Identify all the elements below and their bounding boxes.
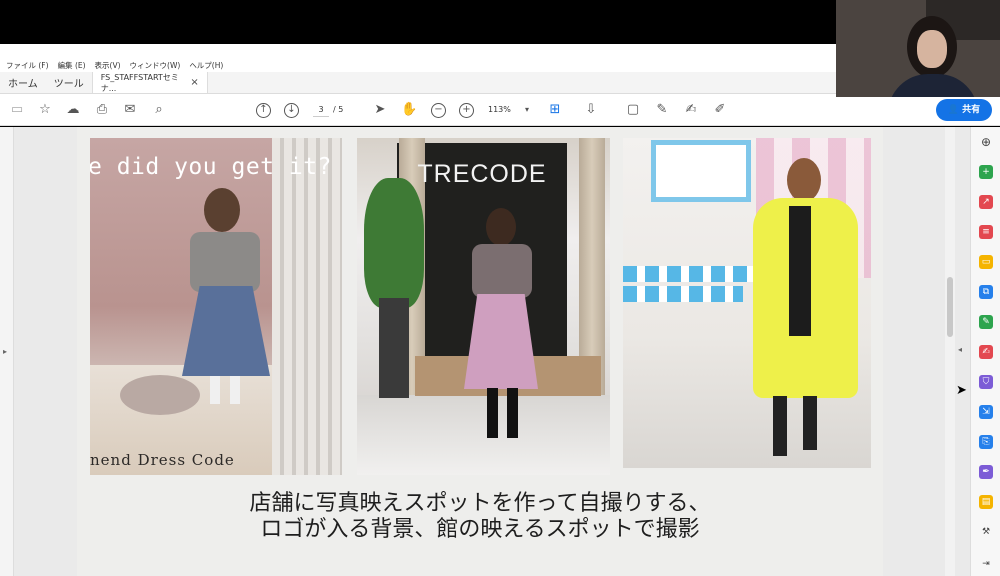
photo2-hair bbox=[486, 208, 516, 246]
print-icon[interactable]: ⎙ bbox=[94, 102, 110, 118]
scrollbar-thumb[interactable] bbox=[947, 277, 953, 337]
photo1-leg-right bbox=[230, 376, 240, 404]
previous-page-icon[interactable]: ↑ bbox=[256, 103, 271, 118]
photo1-person bbox=[182, 188, 270, 458]
scan-ocr-icon[interactable]: ⎘ bbox=[979, 435, 993, 449]
highlight-pen-icon[interactable]: ✎ bbox=[654, 102, 670, 118]
compress-icon[interactable]: ⇲ bbox=[979, 405, 993, 419]
webcam-body bbox=[888, 74, 978, 97]
combine-files-icon[interactable]: ⧉ bbox=[979, 285, 993, 299]
scroll-mode-icon[interactable]: ⇩ bbox=[583, 102, 599, 118]
photo1-sweater bbox=[190, 232, 260, 292]
photo3-hair bbox=[787, 158, 821, 202]
photo1-rug bbox=[120, 375, 200, 415]
zoom-in-icon[interactable]: + bbox=[459, 103, 474, 118]
photo1-floor-sign: nend Dress Code bbox=[90, 451, 235, 469]
request-signature-icon[interactable]: ✒ bbox=[979, 465, 993, 479]
photo2-skirt bbox=[464, 294, 538, 389]
photo2-sweater bbox=[472, 244, 532, 298]
comment-tool-icon[interactable]: ▭ bbox=[979, 255, 993, 269]
protect-icon[interactable]: ⛉ bbox=[979, 375, 993, 389]
menu-edit[interactable]: 編集 (E) bbox=[58, 60, 86, 71]
caption-line-2: ロゴが入る背景、館の映えるスポットで撮影 bbox=[260, 517, 700, 542]
tab-tools[interactable]: ツール bbox=[46, 72, 92, 93]
save-icon[interactable]: ▭ bbox=[9, 102, 25, 118]
photo2-person bbox=[464, 208, 539, 448]
sign-icon[interactable]: ✍ bbox=[683, 102, 699, 118]
fill-sign-tool-icon[interactable]: ✍ bbox=[979, 345, 993, 359]
mouse-cursor-icon: ➤ bbox=[956, 383, 967, 398]
left-nav-rail: ▸ bbox=[0, 127, 14, 576]
zoom-out-icon[interactable]: − bbox=[431, 103, 446, 118]
bookmark-star-icon[interactable]: ☆ bbox=[37, 102, 53, 118]
webcam-video bbox=[836, 0, 1000, 97]
webcam-face bbox=[917, 30, 947, 68]
page-number-input[interactable]: 3 bbox=[313, 103, 329, 117]
photo-mall-spot bbox=[623, 138, 871, 468]
search-icon[interactable]: ⌕ bbox=[151, 102, 167, 118]
photo-selfie-mirror: e did you get it? nend Dress Code bbox=[90, 138, 342, 475]
send-for-review-icon[interactable]: ▤ bbox=[979, 495, 993, 509]
fit-page-icon[interactable]: ⊞ bbox=[547, 102, 563, 118]
export-pdf-icon[interactable]: ↗ bbox=[979, 195, 993, 209]
photo1-leg-left bbox=[210, 376, 220, 404]
tab-document[interactable]: FS_STAFFSTARTセミナ... × bbox=[91, 72, 208, 93]
cloud-upload-icon[interactable]: ☁ bbox=[65, 102, 81, 118]
menu-window[interactable]: ウィンドウ(W) bbox=[130, 60, 181, 71]
photo3-stripe-bottom bbox=[623, 286, 743, 302]
close-icon[interactable]: × bbox=[190, 77, 198, 88]
comment-icon[interactable]: ▢ bbox=[625, 102, 641, 118]
vertical-scrollbar[interactable] bbox=[945, 127, 955, 576]
photo-store-front: TRECODE bbox=[357, 138, 610, 475]
menu-view[interactable]: 表示(V) bbox=[95, 60, 121, 71]
mail-icon[interactable]: ✉ bbox=[122, 102, 138, 118]
collapse-rail-icon[interactable]: ⇥ bbox=[979, 557, 993, 571]
zoom-tool-icon[interactable]: ⊕ bbox=[979, 135, 993, 149]
menu-help[interactable]: ヘルプ(H) bbox=[189, 60, 223, 71]
share-label: 共有 bbox=[962, 105, 981, 115]
photo1-curtain bbox=[272, 138, 342, 475]
hand-tool-icon[interactable]: ✋ bbox=[401, 102, 417, 118]
select-cursor-icon[interactable]: ➤ bbox=[372, 102, 388, 118]
expand-left-panel-icon[interactable]: ▸ bbox=[3, 347, 7, 356]
zoom-level[interactable]: 113% bbox=[488, 103, 528, 117]
photo2-plant-pot bbox=[379, 298, 409, 398]
photo1-wall-text: e did you get it? bbox=[90, 154, 332, 180]
right-tool-rail: ⊕ + ↗ ≡ ▭ ⧉ ✎ ✍ ⛉ ⇲ ⎘ ✒ ▤ ⚒ ⇥ bbox=[970, 127, 1000, 576]
edit-pdf-icon[interactable]: ✎ bbox=[979, 315, 993, 329]
menu-file[interactable]: ファイル (F) bbox=[6, 60, 49, 71]
photo2-plant-leaves bbox=[364, 178, 424, 308]
photo1-skirt bbox=[182, 286, 270, 376]
slide-caption: 店舗に写真映えスポットを作って自撮りする、 ロゴが入る背景、館の映えるスポットで… bbox=[160, 491, 800, 543]
photo3-boot-left bbox=[773, 396, 787, 456]
photo3-stripe-top bbox=[623, 266, 753, 282]
photo3-inner-top bbox=[789, 206, 811, 336]
page-total: / 5 bbox=[333, 105, 344, 114]
photo2-boot-right bbox=[507, 388, 518, 438]
photo3-mall-sign bbox=[651, 140, 751, 202]
photo3-boot-right bbox=[803, 396, 817, 450]
caption-line-1: 店舗に写真映えスポットを作って自撮りする、 bbox=[249, 491, 711, 516]
create-pdf-icon[interactable]: + bbox=[979, 165, 993, 179]
collapse-right-panel-icon[interactable]: ◂ bbox=[958, 345, 962, 354]
screen: ファイル (F) 編集 (E) 表示(V) ウィンドウ(W) ヘルプ(H) ホー… bbox=[0, 0, 1000, 576]
tab-home[interactable]: ホーム bbox=[0, 72, 46, 93]
photo2-boot-left bbox=[487, 388, 498, 438]
more-tools-icon[interactable]: ⚒ bbox=[979, 525, 993, 539]
organize-pages-icon[interactable]: ≡ bbox=[979, 225, 993, 239]
window-title-strip bbox=[0, 44, 836, 58]
next-page-icon[interactable]: ↓ bbox=[284, 103, 299, 118]
fill-sign-icon[interactable]: ✐ bbox=[712, 102, 728, 118]
photo1-hair bbox=[204, 188, 240, 232]
share-button[interactable]: 👤 共有 bbox=[936, 99, 992, 121]
tab-document-label: FS_STAFFSTARTセミナ... bbox=[100, 72, 179, 93]
share-user-icon: 👤 bbox=[947, 105, 960, 115]
